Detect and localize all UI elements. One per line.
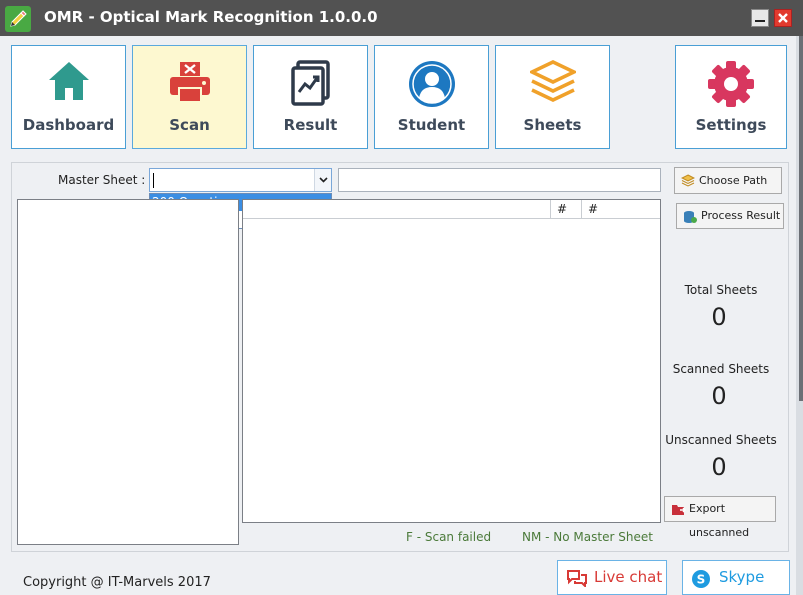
chat-bubbles-icon [567,570,587,587]
master-sheet-label: Master Sheet : [58,173,146,187]
grid-column-header[interactable]: # [581,200,660,218]
master-sheet-combo[interactable] [149,168,332,192]
close-icon [778,13,788,23]
grid-column-header[interactable]: # [550,200,581,218]
svg-text:S: S [697,573,706,587]
nav-tile-settings[interactable]: Settings [675,45,787,149]
skype-icon: S [692,570,710,588]
sheet-file-list[interactable] [17,199,239,545]
skype-button[interactable]: S Skype [682,560,790,595]
nav-label-dashboard: Dashboard [22,116,115,134]
printer-x-icon [169,62,210,103]
chevron-down-icon [319,177,328,183]
path-input[interactable] [338,168,661,192]
nav-label-scan: Scan [169,116,210,134]
nav-label-result: Result [283,116,338,134]
legend-scan-failed: F - Scan failed [406,530,492,544]
copyright-text: Copyright @ IT-Marvels 2017 [23,575,211,590]
legend-no-master-sheet: NM - No Master Sheet [522,530,653,544]
process-result-label: Process Result [701,209,781,222]
choose-path-label: Choose Path [699,174,768,187]
skype-label: Skype [719,568,765,586]
nav-label-settings: Settings [695,116,767,134]
window-title: OMR - Optical Mark Recognition 1.0.0.0 [44,8,378,26]
result-grid[interactable]: # # [242,199,661,523]
database-icon [684,211,697,223]
combo-dropdown-button[interactable] [314,169,331,191]
total-sheets-value: 0 [711,303,727,331]
nav-label-student: Student [397,116,466,134]
layers-icon [529,60,576,102]
process-result-button[interactable]: Process Result [676,203,784,229]
live-chat-label: Live chat [594,568,663,586]
nav-tile-scan[interactable]: Scan [132,45,247,149]
pencil-app-icon [5,6,31,32]
nav-tile-student[interactable]: Student [374,45,489,149]
user-circle-icon [408,61,455,107]
export-unscanned-button[interactable]: Export unscanned [664,496,776,539]
window-right-edge-shadow [799,36,803,401]
text-caret [153,173,154,188]
layers-small-icon [681,174,695,187]
unscanned-sheets-label: Unscanned Sheets [665,433,777,447]
total-sheets-label: Total Sheets [684,283,758,297]
scanned-sheets-label: Scanned Sheets [672,362,770,376]
scanned-sheets-value: 0 [711,382,727,410]
close-button[interactable] [774,9,792,27]
export-unscanned-label: Export unscanned [689,502,750,539]
nav-tile-sheets[interactable]: Sheets [495,45,610,149]
home-icon [48,62,89,100]
grid-header: # # [243,200,660,219]
minimize-button[interactable] [751,9,769,27]
chart-document-icon [290,60,330,106]
title-bar: OMR - Optical Mark Recognition 1.0.0.0 [0,0,803,36]
nav-tile-dashboard[interactable]: Dashboard [11,45,126,149]
gear-icon [708,61,754,107]
unscanned-sheets-value: 0 [711,453,727,481]
live-chat-button[interactable]: Live chat [557,560,667,595]
nav-label-sheets: Sheets [523,116,582,134]
nav-tile-result[interactable]: Result [253,45,368,149]
folder-export-icon [672,505,686,515]
choose-path-button[interactable]: Choose Path [674,167,782,194]
